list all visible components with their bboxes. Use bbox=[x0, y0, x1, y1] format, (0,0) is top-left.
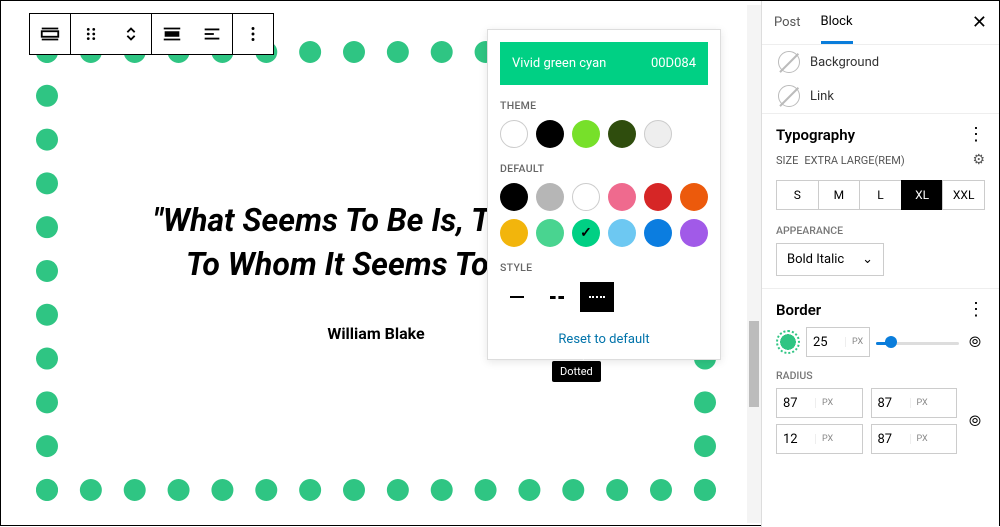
border-width-input[interactable]: PX bbox=[806, 327, 870, 357]
swatch-lime[interactable] bbox=[572, 120, 600, 148]
default-swatches bbox=[500, 183, 708, 247]
cursor-pointer-icon: ↖ bbox=[573, 345, 586, 364]
border-width-slider[interactable] bbox=[876, 334, 959, 350]
typography-section: Typography ⋮ bbox=[762, 113, 999, 148]
tab-post[interactable]: Post bbox=[774, 3, 801, 42]
none-circle-icon bbox=[778, 51, 800, 73]
radius-tr-input[interactable]: PX bbox=[871, 388, 958, 418]
reset-default-link[interactable]: Reset to default bbox=[500, 332, 708, 347]
settings-sidebar: Post Block ✕ Background Link Typography … bbox=[761, 1, 999, 527]
swatch-d-purple[interactable] bbox=[680, 219, 708, 247]
unlink-sides-button[interactable]: ⦾ bbox=[965, 332, 985, 352]
radius-label: RADIUS bbox=[762, 367, 999, 388]
close-sidebar-button[interactable]: ✕ bbox=[972, 12, 987, 33]
radius-grid: PX PX ⦾ PX PX bbox=[762, 388, 999, 464]
theme-label: THEME bbox=[500, 99, 708, 112]
default-label: DEFAULT bbox=[500, 162, 708, 175]
move-updown-button[interactable] bbox=[111, 14, 151, 54]
chevron-updown-icon bbox=[120, 23, 142, 45]
size-s[interactable]: S bbox=[776, 180, 819, 210]
quote-citation[interactable]: William Blake bbox=[327, 324, 424, 343]
more-vertical-icon bbox=[242, 23, 264, 45]
swatch-d-blue[interactable] bbox=[644, 219, 672, 247]
align-icon bbox=[161, 23, 183, 45]
drag-icon bbox=[80, 23, 102, 45]
swatch-d-red[interactable] bbox=[644, 183, 672, 211]
dotted-tooltip: Dotted bbox=[552, 361, 601, 382]
style-dashed-button[interactable] bbox=[540, 282, 574, 312]
theme-swatches bbox=[500, 120, 708, 148]
align-button[interactable] bbox=[152, 14, 192, 54]
block-type-button[interactable] bbox=[30, 14, 70, 54]
sidebar-scrollbar[interactable] bbox=[747, 5, 761, 523]
tab-block[interactable]: Block bbox=[821, 2, 853, 44]
border-width-field[interactable] bbox=[807, 335, 845, 350]
swatch-lightgrey[interactable] bbox=[644, 120, 672, 148]
size-m[interactable]: M bbox=[818, 180, 861, 210]
swatch-d-white[interactable] bbox=[572, 183, 600, 211]
swatch-d-orange[interactable] bbox=[680, 183, 708, 211]
style-dotted-button[interactable] bbox=[580, 282, 614, 312]
radius-tl-input[interactable]: PX bbox=[776, 388, 863, 418]
typography-title: Typography bbox=[776, 126, 855, 144]
size-settings-button[interactable]: ⚙ bbox=[972, 152, 985, 168]
style-label: STYLE bbox=[500, 261, 708, 274]
typography-more-button[interactable]: ⋮ bbox=[967, 126, 985, 144]
scrollbar-thumb[interactable] bbox=[749, 321, 759, 407]
border-title: Border bbox=[776, 301, 821, 319]
border-color-popover: Vivid green cyan 00D084 THEME DEFAULT ST… bbox=[487, 29, 721, 360]
border-color-swatch[interactable] bbox=[776, 330, 800, 354]
radius-br-input[interactable]: PX bbox=[871, 424, 958, 454]
size-l[interactable]: L bbox=[859, 180, 902, 210]
background-label: Background bbox=[810, 55, 879, 70]
swatch-olive[interactable] bbox=[608, 120, 636, 148]
sidebar-tabs: Post Block ✕ bbox=[762, 1, 999, 45]
color-hex: 00D084 bbox=[651, 56, 696, 71]
drag-handle-button[interactable] bbox=[71, 14, 111, 54]
size-xxl[interactable]: XXL bbox=[942, 180, 985, 210]
link-radius-button[interactable]: ⦾ bbox=[965, 411, 985, 431]
swatch-white[interactable] bbox=[500, 120, 528, 148]
size-label: SIZE bbox=[776, 154, 798, 167]
appearance-select[interactable]: Bold Italic ⌄ bbox=[776, 243, 884, 276]
link-label: Link bbox=[810, 89, 834, 104]
border-section: Border ⋮ bbox=[762, 288, 999, 323]
swatch-d-vividgreencyan[interactable] bbox=[572, 219, 600, 247]
size-name: EXTRA LARGE(REM) bbox=[804, 154, 904, 167]
border-width-row: PX ⦾ bbox=[762, 323, 999, 367]
swatch-d-lightblue[interactable] bbox=[608, 219, 636, 247]
swatch-d-yellow[interactable] bbox=[500, 219, 528, 247]
swatch-black[interactable] bbox=[536, 120, 564, 148]
more-options-button[interactable] bbox=[233, 14, 273, 54]
color-background-row[interactable]: Background bbox=[762, 45, 999, 79]
size-xl[interactable]: XL bbox=[901, 180, 944, 210]
swatch-d-black[interactable] bbox=[500, 183, 528, 211]
swatch-d-grey[interactable] bbox=[536, 183, 564, 211]
chevron-down-icon: ⌄ bbox=[862, 252, 873, 267]
block-toolbar bbox=[29, 13, 274, 55]
none-circle-icon bbox=[778, 85, 800, 107]
color-link-row[interactable]: Link bbox=[762, 79, 999, 113]
quote-block-icon bbox=[39, 23, 61, 45]
appearance-value: Bold Italic bbox=[787, 252, 844, 267]
size-buttons: S M L XL XXL bbox=[762, 178, 999, 222]
swatch-d-pink[interactable] bbox=[608, 183, 636, 211]
unit-px: PX bbox=[845, 337, 869, 347]
selected-color-display[interactable]: Vivid green cyan 00D084 bbox=[500, 42, 708, 85]
swatch-d-mint[interactable] bbox=[536, 219, 564, 247]
radius-bl-input[interactable]: PX bbox=[776, 424, 863, 454]
text-align-icon bbox=[201, 23, 223, 45]
size-row: SIZE EXTRA LARGE(REM) ⚙ bbox=[762, 148, 999, 178]
style-solid-button[interactable] bbox=[500, 282, 534, 312]
style-buttons bbox=[500, 282, 708, 312]
color-name: Vivid green cyan bbox=[512, 56, 606, 71]
appearance-label: APPEARANCE bbox=[762, 222, 999, 243]
border-more-button[interactable]: ⋮ bbox=[967, 301, 985, 319]
text-align-button[interactable] bbox=[192, 14, 232, 54]
